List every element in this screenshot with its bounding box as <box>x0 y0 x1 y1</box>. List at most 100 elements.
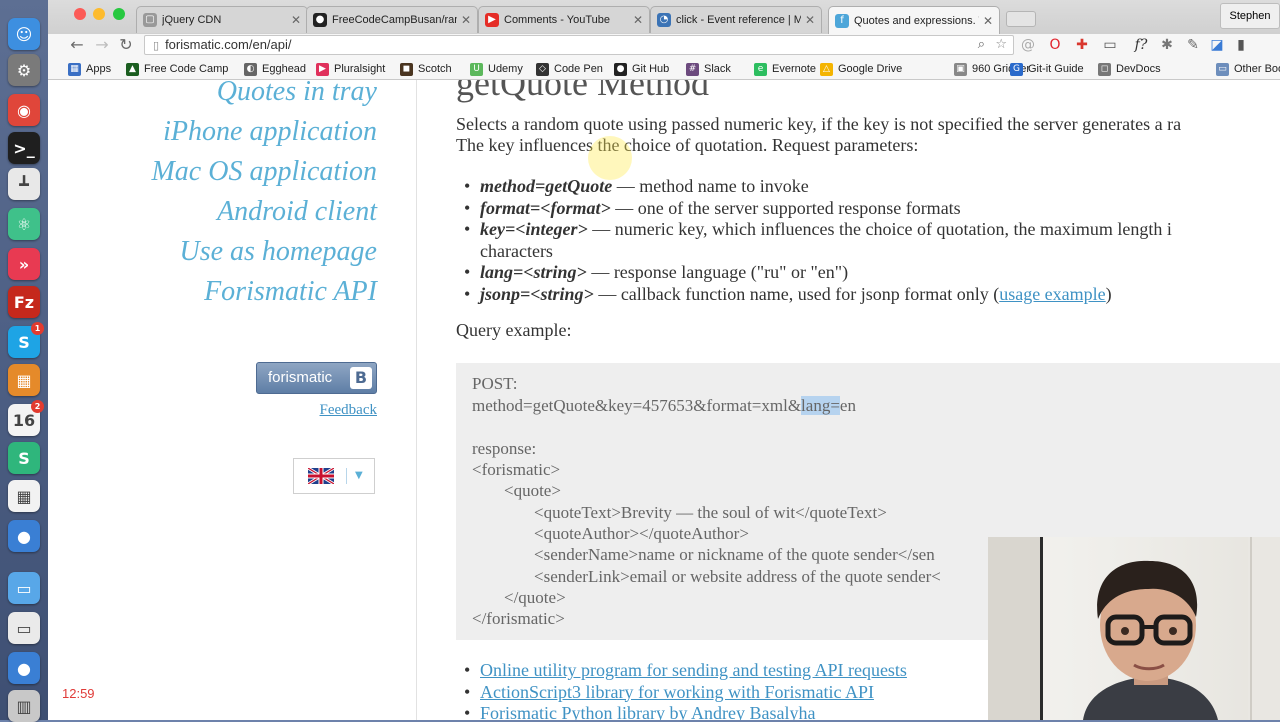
vk-share-button[interactable]: forismatic B <box>256 362 377 394</box>
bookmark-apps[interactable]: ▦ Apps <box>68 61 111 77</box>
tab-1[interactable]: ▢ jQuery CDN ✕ <box>136 6 308 33</box>
bookmark-pluralsight[interactable]: ▶ Pluralsight <box>316 61 385 77</box>
notification-badge: 1 <box>31 322 44 335</box>
bookmark-git-hub[interactable]: ● Git Hub <box>614 61 669 77</box>
parameter-name: format=<format> <box>480 197 611 218</box>
bookmark-git-it-guide[interactable]: G Git-it Guide <box>1010 61 1084 77</box>
bookmarks-bar: ▦ Apps ▲ Free Code Camp ◐ Egghead ▶ Pluralsight… <box>48 58 1280 80</box>
bookmark-label: Egghead <box>262 63 307 75</box>
tab-title: FreeCodeCampBusan/rand <box>332 14 457 26</box>
close-window-button[interactable] <box>74 8 86 20</box>
slack-icon[interactable]: S <box>8 442 40 474</box>
menu-extension-icon[interactable]: ▮ <box>1232 36 1250 54</box>
system-preferences-icon[interactable]: ⚙ <box>8 54 40 86</box>
popcorn-icon[interactable]: » <box>8 248 40 280</box>
bookmark-devdocs[interactable]: ◻ DevDocs <box>1098 61 1161 77</box>
launchpad-icon[interactable]: ▦ <box>8 480 40 512</box>
atom-glyph: ⚛ <box>16 214 32 234</box>
vk-icon: B <box>350 367 372 389</box>
close-tab-icon[interactable]: ✕ <box>291 13 301 27</box>
forward-arrow-icon[interactable]: → <box>91 34 113 56</box>
calculator-icon[interactable]: ▦ <box>8 364 40 396</box>
bookmark-evernote[interactable]: e Evernote <box>754 61 816 77</box>
bookmark-scotch[interactable]: ◼ Scotch <box>400 61 452 77</box>
close-tab-icon[interactable]: ✕ <box>461 13 471 27</box>
maximize-window-button[interactable] <box>113 8 125 20</box>
chrome-icon[interactable]: ◉ <box>8 94 40 126</box>
finder-glyph: ☺ <box>15 24 33 44</box>
tab-5[interactable]: f Quotes and expressions. Th ✕ <box>828 6 1000 34</box>
system-preferences-glyph: ⚙ <box>16 60 32 80</box>
resource-link[interactable]: Forismatic Python library by Andrey Basa… <box>480 703 815 720</box>
tab-3[interactable]: ▶ Comments - YouTube ✕ <box>478 6 650 33</box>
resource-link[interactable]: Online utility program for sending and t… <box>480 660 907 680</box>
close-tab-icon[interactable]: ✕ <box>633 13 643 27</box>
preview-glyph: ▭ <box>16 618 32 638</box>
sidebar-link-quotes-in-tray[interactable]: Quotes in tray <box>217 80 377 108</box>
bookmark-slack[interactable]: # Slack <box>686 61 731 77</box>
folder-icon[interactable]: ▭ <box>8 572 40 604</box>
clock-icon[interactable]: ┻ <box>8 168 40 200</box>
atom-icon[interactable]: ⚛ <box>8 208 40 240</box>
zoom-icon[interactable]: ⌕ <box>978 36 985 54</box>
opera-extension-icon[interactable]: O <box>1046 36 1064 54</box>
bookmark-other-boo[interactable]: ▭ Other Boo <box>1216 61 1280 77</box>
downloads-icon[interactable]: ● <box>8 652 40 684</box>
trash-icon[interactable]: ▥ <box>8 690 40 722</box>
terminal-icon[interactable]: >_ <box>8 132 40 164</box>
bookmark-star-icon[interactable]: ☆ <box>995 36 1007 54</box>
select-divider <box>346 468 347 484</box>
bookmark-google-drive[interactable]: △ Google Drive <box>820 61 902 77</box>
parameter-item: lang=<string> — response language ("ru" … <box>464 262 1172 284</box>
app-circle-icon[interactable]: ● <box>8 520 40 552</box>
screenshot-extension-icon[interactable]: ◪ <box>1208 36 1226 54</box>
tab-4[interactable]: ◔ click - Event reference | M ✕ <box>650 6 822 33</box>
address-bar[interactable]: ▯ forismatic.com/en/api/ ⌕ ☆ <box>144 35 1014 55</box>
calendar-icon[interactable]: 16 2 <box>8 400 44 436</box>
close-tab-icon[interactable]: ✕ <box>983 14 993 28</box>
sidebar-link-android-client[interactable]: Android client <box>217 196 377 228</box>
bookmark-udemy[interactable]: U Udemy <box>470 61 523 77</box>
minimize-window-button[interactable] <box>93 8 105 20</box>
filezilla-icon[interactable]: Fz <box>8 286 40 318</box>
eyedropper-extension-icon[interactable]: ✎ <box>1184 36 1202 54</box>
reload-icon[interactable]: ↻ <box>115 34 137 56</box>
url-text: forismatic.com/en/api/ <box>165 37 292 52</box>
finder-icon[interactable]: ☺ <box>8 18 40 50</box>
function-extension-icon[interactable]: f? <box>1128 36 1154 54</box>
sidebar-link-use-as-homepage[interactable]: Use as homepage <box>179 236 377 268</box>
launchpad-glyph: ▦ <box>16 486 32 506</box>
new-tab-button[interactable] <box>1006 11 1036 27</box>
back-arrow-icon[interactable]: ← <box>66 34 88 56</box>
browser-toolbar: ← → ↻ ▯ forismatic.com/en/api/ ⌕ ☆ @ O ✚ … <box>48 34 1280 58</box>
profile-button[interactable]: Stephen <box>1220 3 1280 29</box>
bookmark-free-code-camp[interactable]: ▲ Free Code Camp <box>126 61 228 77</box>
parameter-item: key=<integer> — numeric key, which influ… <box>464 219 1172 241</box>
list-item: Forismatic Python library by Andrey Basa… <box>464 703 907 720</box>
terminal-glyph: >_ <box>13 138 35 158</box>
feedback-link[interactable]: Feedback <box>320 402 377 419</box>
close-tab-icon[interactable]: ✕ <box>805 13 815 27</box>
cast-extension-icon[interactable]: ▭ <box>1101 36 1119 54</box>
skype-icon[interactable]: S1 <box>8 322 44 358</box>
sidebar-link-mac-os-application[interactable]: Mac OS application <box>151 156 377 188</box>
tab-2[interactable]: ● FreeCodeCampBusan/rand ✕ <box>306 6 478 33</box>
resource-link[interactable]: ActionScript3 library for working with F… <box>480 682 874 702</box>
bookmark-icon: ▲ <box>126 62 139 76</box>
language-select[interactable]: ▼ <box>293 458 375 494</box>
bookmark-label: Evernote <box>772 63 817 75</box>
sidebar-link-forismatic-api[interactable]: Forismatic API <box>204 276 377 308</box>
bookmark-icon: ● <box>614 62 627 76</box>
tab-title: Quotes and expressions. Th <box>854 14 979 27</box>
list-item: ActionScript3 library for working with F… <box>464 682 907 704</box>
sidebar-link-iphone-application[interactable]: iPhone application <box>163 116 377 148</box>
plus-extension-icon[interactable]: ✚ <box>1073 36 1091 54</box>
bookmark-icon: ◇ <box>536 62 549 76</box>
at-extension-icon[interactable]: @ <box>1019 36 1037 54</box>
usage-example-link[interactable]: usage example <box>999 284 1105 304</box>
bookmark-egghead[interactable]: ◐ Egghead <box>244 61 306 77</box>
bug-extension-icon[interactable]: ✱ <box>1158 36 1176 54</box>
preview-icon[interactable]: ▭ <box>8 612 40 644</box>
bookmark-code-pen[interactable]: ◇ Code Pen <box>536 61 603 77</box>
bookmark-icon: ◼ <box>400 62 413 76</box>
